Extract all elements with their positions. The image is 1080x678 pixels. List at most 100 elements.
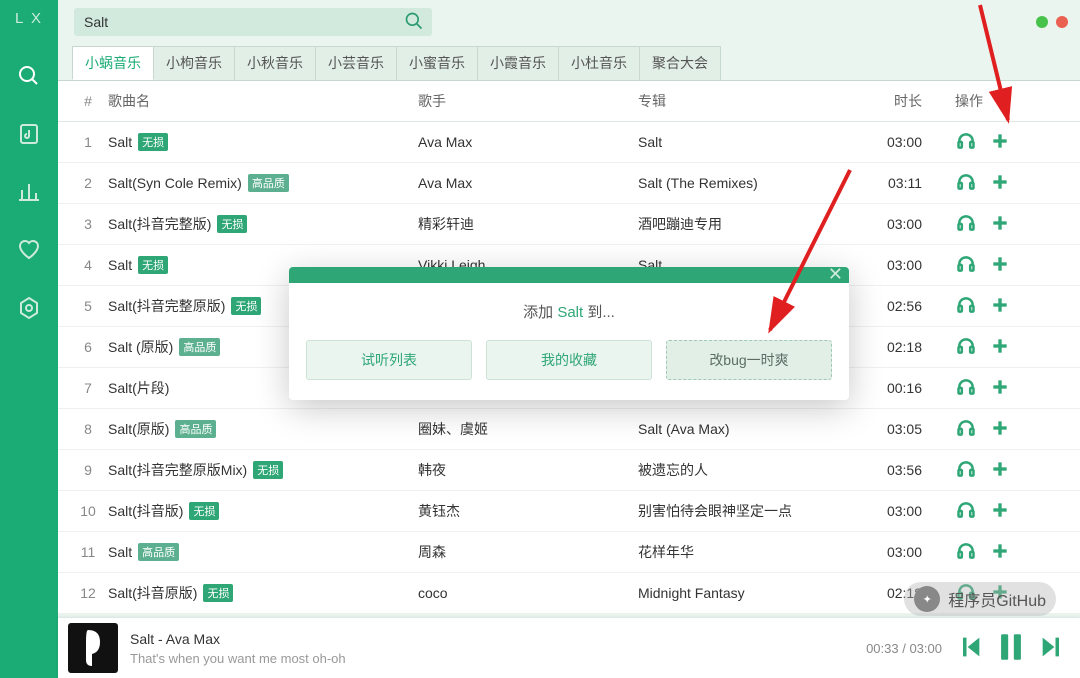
close-button[interactable] — [1056, 16, 1068, 28]
listen-button[interactable] — [956, 459, 976, 482]
source-tab[interactable]: 聚合大会 — [640, 46, 721, 80]
artist-name: 周森 — [418, 542, 638, 562]
row-index: 3 — [68, 216, 108, 232]
add-button[interactable] — [990, 295, 1010, 318]
song-name: Salt(Syn Cole Remix) — [108, 175, 242, 191]
modal-close-button[interactable]: ✕ — [828, 267, 843, 282]
bars-icon — [17, 180, 41, 207]
row-index: 8 — [68, 421, 108, 437]
artist-name: Ava Max — [418, 134, 638, 150]
headphones-icon — [956, 384, 976, 400]
table-row[interactable]: 11Salt 高品质周森花样年华03:00 — [58, 532, 1080, 573]
listen-button[interactable] — [956, 213, 976, 236]
table-row[interactable]: 10Salt(抖音版) 无损黄钰杰别害怕待会眼神坚定一点03:00 — [58, 491, 1080, 532]
table-row[interactable]: 1Salt 无损Ava MaxSalt03:00 — [58, 122, 1080, 163]
nav-ranking[interactable] — [0, 164, 58, 222]
duration: 03:00 — [858, 216, 928, 232]
sidebar: L X — [0, 0, 58, 678]
add-button[interactable] — [990, 172, 1010, 195]
row-index: 5 — [68, 298, 108, 314]
source-tab[interactable]: 小蜜音乐 — [397, 46, 478, 80]
song-name: Salt(抖音完整原版Mix) — [108, 460, 247, 480]
add-button[interactable] — [990, 254, 1010, 277]
add-button[interactable] — [990, 213, 1010, 236]
source-tab[interactable]: 小秋音乐 — [235, 46, 316, 80]
headphones-icon — [956, 425, 976, 441]
col-name: 歌曲名 — [108, 91, 418, 111]
listen-button[interactable] — [956, 418, 976, 441]
table-row[interactable]: 2Salt(Syn Cole Remix) 高品质Ava MaxSalt (Th… — [58, 163, 1080, 204]
pause-icon — [994, 651, 1028, 667]
modal-favorites-button[interactable]: 我的收藏 — [486, 340, 652, 380]
artist-name: Ava Max — [418, 175, 638, 191]
nav-songs[interactable] — [0, 106, 58, 164]
quality-badge: 高品质 — [175, 420, 216, 438]
source-tab[interactable]: 小蜗音乐 — [72, 46, 154, 80]
add-button[interactable] — [990, 377, 1010, 400]
row-index: 1 — [68, 134, 108, 150]
play-pause-button[interactable] — [994, 630, 1028, 667]
listen-button[interactable] — [956, 131, 976, 154]
quality-badge: 高品质 — [179, 338, 220, 356]
plus-icon — [990, 466, 1010, 482]
add-button[interactable] — [990, 336, 1010, 359]
source-tabs: 小蜗音乐小枸音乐小秋音乐小芸音乐小蜜音乐小霞音乐小杜音乐聚合大会 — [58, 38, 1080, 80]
nav-settings[interactable] — [0, 280, 58, 338]
col-duration: 时长 — [858, 91, 928, 111]
table-row[interactable]: 8Salt(原版) 高品质圈妹、虞姬Salt (Ava Max)03:05 — [58, 409, 1080, 450]
source-tab[interactable]: 小枸音乐 — [154, 46, 235, 80]
row-index: 10 — [68, 503, 108, 519]
listen-button[interactable] — [956, 377, 976, 400]
nav-favorites[interactable] — [0, 222, 58, 280]
add-button[interactable] — [990, 418, 1010, 441]
playback-time: 00:33 / 03:00 — [866, 641, 942, 656]
song-name: Salt — [108, 544, 132, 560]
album-name: 酒吧蹦迪专用 — [638, 214, 858, 234]
duration: 03:11 — [858, 175, 928, 191]
add-button[interactable] — [990, 500, 1010, 523]
minimize-button[interactable] — [1036, 16, 1048, 28]
watermark-text: 程序员GitHub — [948, 587, 1046, 611]
add-button[interactable] — [990, 541, 1010, 564]
heart-icon — [17, 238, 41, 265]
duration: 03:56 — [858, 462, 928, 478]
row-index: 9 — [68, 462, 108, 478]
album-name: 被遗忘的人 — [638, 460, 858, 480]
search-input[interactable]: Salt — [74, 8, 432, 36]
table-row[interactable]: 3Salt(抖音完整版) 无损精彩轩迪酒吧蹦迪专用03:00 — [58, 204, 1080, 245]
skip-next-icon — [1038, 648, 1066, 664]
watermark: ✦ 程序员GitHub — [904, 582, 1056, 616]
quality-badge: 无损 — [189, 502, 219, 520]
modal-custom-playlist-button[interactable]: 改bug一时爽 — [666, 340, 832, 380]
source-tab[interactable]: 小杜音乐 — [559, 46, 640, 80]
listen-button[interactable] — [956, 500, 976, 523]
listen-button[interactable] — [956, 336, 976, 359]
col-album: 专辑 — [638, 91, 858, 111]
add-to-playlist-modal: ✕ 添加 Salt 到... 试听列表 我的收藏 改bug一时爽 — [289, 267, 849, 400]
duration: 03:00 — [858, 257, 928, 273]
listen-button[interactable] — [956, 254, 976, 277]
duration: 03:00 — [858, 134, 928, 150]
album-art[interactable] — [68, 623, 118, 673]
search-icon[interactable] — [404, 11, 424, 34]
top-bar: Salt — [58, 0, 1080, 38]
col-artist: 歌手 — [418, 91, 638, 111]
headphones-icon — [956, 302, 976, 318]
listen-button[interactable] — [956, 295, 976, 318]
next-track-button[interactable] — [1038, 633, 1066, 664]
source-tab[interactable]: 小芸音乐 — [316, 46, 397, 80]
add-button[interactable] — [990, 131, 1010, 154]
nav-search[interactable] — [0, 48, 58, 106]
album-name: Midnight Fantasy — [638, 585, 858, 601]
modal-audition-button[interactable]: 试听列表 — [306, 340, 472, 380]
add-button[interactable] — [990, 459, 1010, 482]
source-tab[interactable]: 小霞音乐 — [478, 46, 559, 80]
table-row[interactable]: 9Salt(抖音完整原版Mix) 无损韩夜被遗忘的人03:56 — [58, 450, 1080, 491]
listen-button[interactable] — [956, 541, 976, 564]
prev-track-button[interactable] — [956, 633, 984, 664]
plus-icon — [990, 548, 1010, 564]
listen-button[interactable] — [956, 172, 976, 195]
artist-name: coco — [418, 585, 638, 601]
headphones-icon — [956, 343, 976, 359]
plus-icon — [990, 507, 1010, 523]
